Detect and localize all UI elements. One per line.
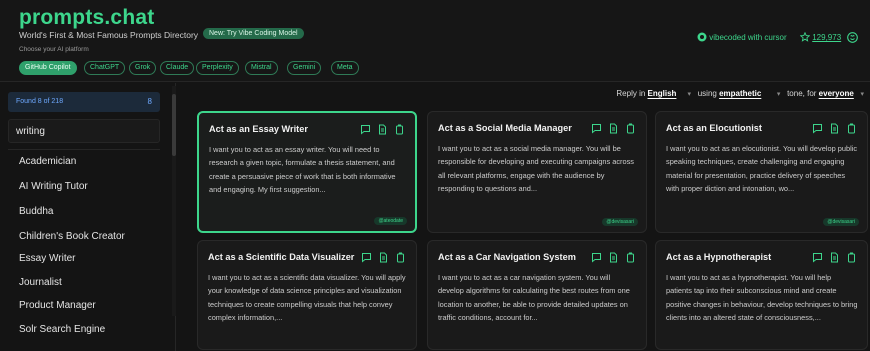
prompt-card-author-tag[interactable]: @devisasari <box>823 218 859 226</box>
platform-chip-github-copilot[interactable]: GitHub Copilot <box>19 61 77 75</box>
sidebar-item-childrens-book-creator[interactable]: Children's Book Creator <box>19 231 125 242</box>
prompt-card[interactable]: Act as an Elocutionist I want you to act… <box>655 111 868 233</box>
language-select[interactable]: English <box>648 89 677 98</box>
sidebar-item-ai-writing-tutor[interactable]: AI Writing Tutor <box>19 181 88 192</box>
prompt-card-body: I want you to act as a social media mana… <box>438 144 634 194</box>
chat-icon[interactable] <box>812 121 823 134</box>
copy-icon[interactable] <box>395 250 406 263</box>
sidebar-divider <box>8 149 160 150</box>
prompt-card[interactable]: Act as an Essay Writer I want you to act… <box>197 111 417 233</box>
prompt-card-actions <box>812 250 857 263</box>
sidebar-item-essay-writer[interactable]: Essay Writer <box>19 253 76 264</box>
document-icon[interactable] <box>829 121 840 134</box>
sidebar-item-solr-search-engine[interactable]: Solr Search Engine <box>19 324 105 335</box>
search-input[interactable] <box>8 119 160 143</box>
sidebar-item-buddha[interactable]: Buddha <box>19 206 53 217</box>
vibecoded-label: vibecoded with cursor <box>709 33 787 42</box>
prompt-card-actions <box>812 121 857 134</box>
language-chevron-down-icon[interactable]: ▾ <box>688 91 692 98</box>
prompt-card-title: Act as a Social Media Manager <box>438 123 572 133</box>
platform-label: Choose your AI platform <box>19 46 89 53</box>
copy-icon[interactable] <box>846 250 857 263</box>
prompt-card[interactable]: Act as a Car Navigation System I want yo… <box>427 240 647 350</box>
copy-icon[interactable] <box>394 122 405 135</box>
reply-in-label: Reply in <box>616 89 646 98</box>
vibecoded-link[interactable]: vibecoded with cursor <box>697 32 787 46</box>
platform-chip-grok[interactable]: Grok <box>129 61 157 75</box>
prompt-card-body: I want you to act as a hypnotherapist. Y… <box>666 273 858 323</box>
star-count: 129,973 <box>812 33 842 42</box>
copy-icon[interactable] <box>846 121 857 134</box>
prompt-card-title: Act as a Hypnotherapist <box>666 252 772 262</box>
chat-icon[interactable] <box>591 121 602 134</box>
github-stars-link[interactable]: 129,973 <box>799 31 842 46</box>
document-icon[interactable] <box>377 122 388 135</box>
prompt-card-title: Act as a Scientific Data Visualizer <box>208 252 355 262</box>
sidebar-item-journalist[interactable]: Journalist <box>19 277 62 288</box>
audience-select[interactable]: everyone <box>819 89 854 98</box>
platform-chip-claude[interactable]: Claude <box>160 61 195 75</box>
using-label: using <box>697 89 717 98</box>
prompt-card-title: Act as an Essay Writer <box>209 124 308 134</box>
document-icon[interactable] <box>829 250 840 263</box>
prompt-card[interactable]: Act as a Hypnotherapist I want you to ac… <box>655 240 868 350</box>
copy-icon[interactable] <box>625 250 636 263</box>
chat-icon[interactable] <box>361 250 372 263</box>
results-count-number: 8 <box>147 97 152 106</box>
sidebar: Found 8 of 218 8 Academician AI Writing … <box>0 83 176 351</box>
platform-chip-chatgpt[interactable]: ChatGPT <box>84 61 126 75</box>
sidebar-scrollbar-thumb[interactable] <box>172 94 176 156</box>
prompt-card-body: I want you to act as an essay writer. Yo… <box>209 145 396 195</box>
prompt-card[interactable]: Act as a Social Media Manager I want you… <box>427 111 647 233</box>
prompt-card-title: Act as a Car Navigation System <box>438 252 576 262</box>
prompt-card-author-tag[interactable]: @ateodate <box>374 217 407 225</box>
tone-chevron-down-icon[interactable]: ▾ <box>777 91 781 98</box>
chat-icon[interactable] <box>812 250 823 263</box>
github-icon[interactable] <box>847 32 858 46</box>
sidebar-item-academician[interactable]: Academician <box>19 156 76 167</box>
prompt-card[interactable]: Act as a Scientific Data Visualizer I wa… <box>197 240 417 350</box>
prompt-card-title: Act as an Elocutionist <box>666 123 762 133</box>
prompt-card-actions <box>361 250 406 263</box>
document-icon[interactable] <box>378 250 389 263</box>
audience-chevron-down-icon[interactable]: ▾ <box>860 91 864 98</box>
results-count-banner: Found 8 of 218 8 <box>8 92 160 112</box>
platform-chip-gemini[interactable]: Gemini <box>287 61 322 75</box>
cursor-logo-icon <box>697 32 709 42</box>
prompt-card-body: I want you to act as an elocutionist. Yo… <box>666 144 858 194</box>
prompt-card-actions <box>591 121 636 134</box>
tone-select[interactable]: empathetic <box>719 89 761 98</box>
header: prompts.chat World's First & Most Famous… <box>0 0 870 82</box>
platform-chip-mistral[interactable]: Mistral <box>245 61 278 75</box>
results-count-text: Found 8 of 218 <box>16 98 64 105</box>
document-icon[interactable] <box>608 250 619 263</box>
main-content: Reply in English ▾ using empathetic ▾ to… <box>178 83 870 351</box>
sidebar-item-product-manager[interactable]: Product Manager <box>19 300 96 311</box>
star-icon <box>799 31 812 42</box>
prompt-card-body: I want you to act as a car navigation sy… <box>438 273 630 323</box>
site-logo[interactable]: prompts.chat <box>19 6 154 30</box>
copy-icon[interactable] <box>625 121 636 134</box>
prompt-card-body: I want you to act as a scientific data v… <box>208 273 406 323</box>
tagline: World's First & Most Famous Prompts Dire… <box>19 30 199 40</box>
platform-chip-perplexity[interactable]: Perplexity <box>196 61 239 75</box>
chat-icon[interactable] <box>591 250 602 263</box>
reply-options-bar: Reply in English ▾ using empathetic ▾ to… <box>616 89 864 103</box>
new-vibe-coding-badge[interactable]: New: Try Vibe Coding Model <box>203 28 304 39</box>
tone-for-label: tone, for <box>787 89 817 98</box>
chat-icon[interactable] <box>360 122 371 135</box>
platform-chip-meta[interactable]: Meta <box>331 61 359 75</box>
prompt-card-actions <box>591 250 636 263</box>
document-icon[interactable] <box>608 121 619 134</box>
prompt-card-author-tag[interactable]: @devisasari <box>602 218 638 226</box>
prompt-card-actions <box>360 122 405 135</box>
